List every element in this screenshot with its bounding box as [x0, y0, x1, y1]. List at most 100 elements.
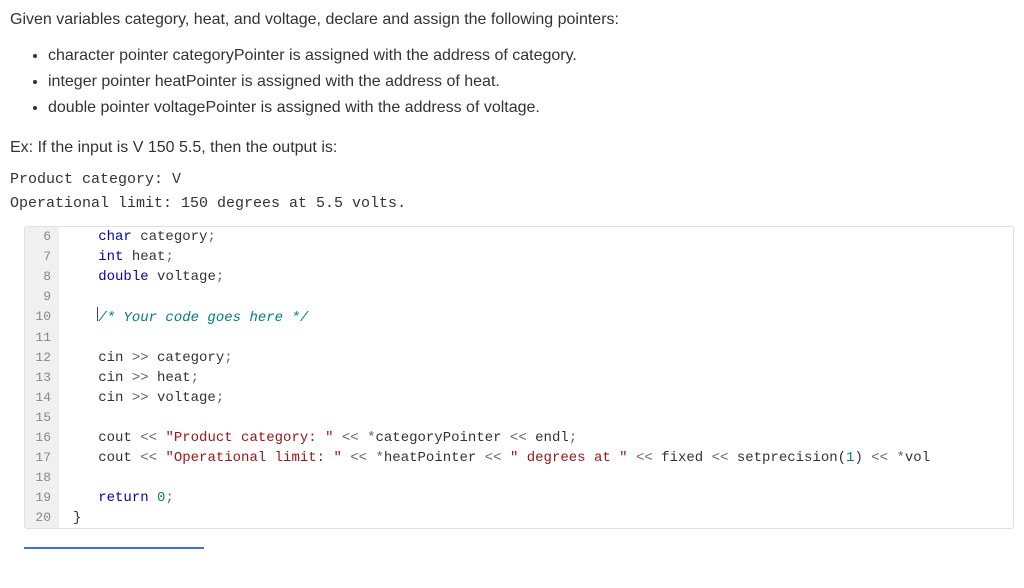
- line-number: 19: [25, 488, 59, 508]
- code-token: category: [132, 229, 208, 245]
- code-token: *: [896, 450, 904, 466]
- code-token: ;: [569, 430, 577, 446]
- code-line[interactable]: 20}: [25, 508, 1013, 528]
- code-token: cin: [73, 350, 132, 366]
- code-text[interactable]: double voltage;: [59, 267, 1013, 287]
- line-number: 10: [25, 307, 59, 328]
- code-token: [502, 450, 510, 466]
- code-token: [73, 490, 98, 506]
- code-token: [73, 310, 98, 326]
- output-line-1: Product category: V: [10, 171, 181, 188]
- code-token: >>: [132, 390, 149, 406]
- code-token: ;: [216, 390, 224, 406]
- code-line[interactable]: 12 cin >> category;: [25, 348, 1013, 368]
- code-token: categoryPointer: [376, 430, 510, 446]
- code-text[interactable]: cout << "Product category: " << *categor…: [59, 428, 1013, 448]
- code-token: <<: [510, 430, 527, 446]
- output-line-2: Operational limit: 150 degrees at 5.5 vo…: [10, 195, 406, 212]
- code-token: <<: [871, 450, 888, 466]
- code-token: cin: [73, 390, 132, 406]
- line-number: 15: [25, 408, 59, 428]
- code-token: heat: [149, 370, 191, 386]
- tab-underline: [24, 547, 204, 549]
- code-token: }: [73, 510, 81, 526]
- code-token: [73, 229, 98, 245]
- line-number: 8: [25, 267, 59, 287]
- requirements-list: character pointer categoryPointer is ass…: [10, 44, 1014, 120]
- line-number: 9: [25, 287, 59, 307]
- code-token: [628, 450, 636, 466]
- code-token: voltage: [149, 269, 216, 285]
- code-line[interactable]: 17 cout << "Operational limit: " << *hea…: [25, 448, 1013, 468]
- code-line[interactable]: 13 cin >> heat;: [25, 368, 1013, 388]
- code-text[interactable]: [59, 328, 1013, 348]
- code-text[interactable]: cin >> voltage;: [59, 388, 1013, 408]
- code-line[interactable]: 16 cout << "Product category: " << *cate…: [25, 428, 1013, 448]
- code-token: <<: [350, 450, 367, 466]
- code-token: /* Your code goes here */: [98, 310, 308, 326]
- code-token: [359, 430, 367, 446]
- code-token: *: [367, 430, 375, 446]
- code-token: [73, 249, 98, 265]
- line-number: 12: [25, 348, 59, 368]
- code-token: heatPointer: [384, 450, 485, 466]
- line-number: 20: [25, 508, 59, 528]
- code-token: <<: [140, 450, 157, 466]
- code-line[interactable]: 9: [25, 287, 1013, 307]
- code-token: fixed: [653, 450, 712, 466]
- list-item: integer pointer heatPointer is assigned …: [48, 70, 1014, 94]
- code-token: ;: [191, 370, 199, 386]
- code-token: " degrees at ": [510, 450, 628, 466]
- code-line[interactable]: 11: [25, 328, 1013, 348]
- line-number: 11: [25, 328, 59, 348]
- example-label: Ex: If the input is V 150 5.5, then the …: [10, 136, 1014, 160]
- code-token: heat: [123, 249, 165, 265]
- code-line[interactable]: 7 int heat;: [25, 247, 1013, 267]
- code-text[interactable]: cin >> category;: [59, 348, 1013, 368]
- line-number: 6: [25, 227, 59, 247]
- code-text[interactable]: char category;: [59, 227, 1013, 247]
- code-text[interactable]: cout << "Operational limit: " << *heatPo…: [59, 448, 1013, 468]
- code-token: [333, 430, 341, 446]
- code-token: <<: [342, 430, 359, 446]
- line-number: 14: [25, 388, 59, 408]
- code-text[interactable]: int heat;: [59, 247, 1013, 267]
- code-line[interactable]: 15: [25, 408, 1013, 428]
- code-token: <<: [712, 450, 729, 466]
- code-line[interactable]: 10 /* Your code goes here */: [25, 307, 1013, 328]
- code-text[interactable]: [59, 408, 1013, 428]
- code-line[interactable]: 14 cin >> voltage;: [25, 388, 1013, 408]
- code-token: <<: [636, 450, 653, 466]
- code-token: <<: [485, 450, 502, 466]
- code-text[interactable]: cin >> heat;: [59, 368, 1013, 388]
- code-line[interactable]: 8 double voltage;: [25, 267, 1013, 287]
- line-number: 16: [25, 428, 59, 448]
- list-item: character pointer categoryPointer is ass…: [48, 44, 1014, 68]
- code-text[interactable]: return 0;: [59, 488, 1013, 508]
- code-text[interactable]: [59, 468, 1013, 488]
- expected-output: Product category: V Operational limit: 1…: [10, 168, 1014, 216]
- code-text[interactable]: [59, 287, 1013, 307]
- code-editor[interactable]: 6 char category;7 int heat;8 double volt…: [24, 226, 1014, 529]
- code-text[interactable]: /* Your code goes here */: [59, 307, 1013, 328]
- code-token: char: [98, 229, 132, 245]
- code-token: >>: [132, 350, 149, 366]
- code-token: cout: [73, 450, 140, 466]
- problem-intro: Given variables category, heat, and volt…: [10, 8, 1014, 32]
- line-number: 7: [25, 247, 59, 267]
- code-token: ;: [224, 350, 232, 366]
- code-line[interactable]: 18: [25, 468, 1013, 488]
- code-token: cin: [73, 370, 132, 386]
- code-token: setprecision(: [728, 450, 846, 466]
- code-token: [73, 269, 98, 285]
- code-line[interactable]: 6 char category;: [25, 227, 1013, 247]
- list-item: double pointer voltagePointer is assigne…: [48, 96, 1014, 120]
- code-token: ;: [165, 249, 173, 265]
- code-token: ;: [216, 269, 224, 285]
- code-text[interactable]: }: [59, 508, 1013, 528]
- code-token: int: [98, 249, 123, 265]
- code-line[interactable]: 19 return 0;: [25, 488, 1013, 508]
- line-number: 17: [25, 448, 59, 468]
- code-token: voltage: [149, 390, 216, 406]
- code-token: >>: [132, 370, 149, 386]
